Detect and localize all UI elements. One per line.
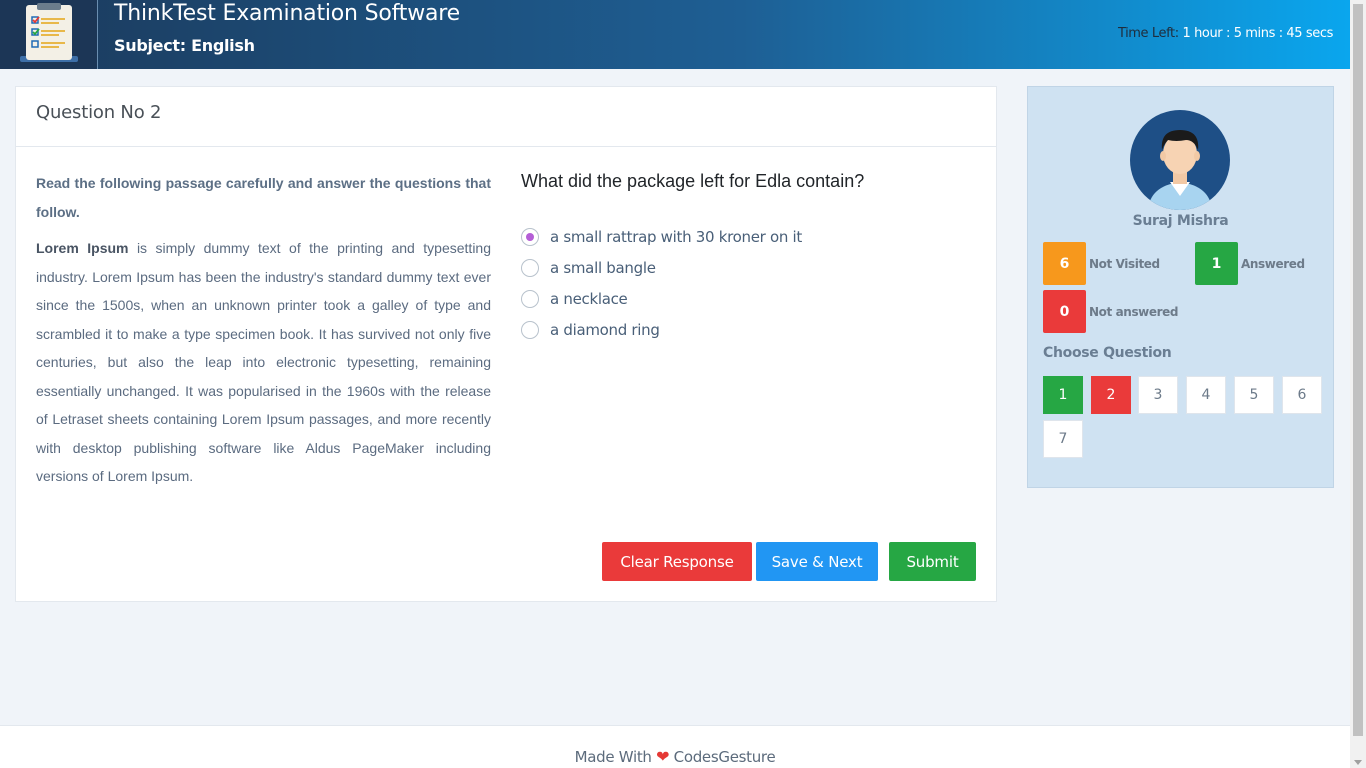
question-button-1[interactable]: 1: [1043, 376, 1083, 414]
time-left-label: Time Left:: [1117, 26, 1179, 41]
answered-label: Answered: [1241, 256, 1305, 271]
user-avatar-icon: [1148, 130, 1212, 210]
question-button-7[interactable]: 7: [1043, 420, 1083, 458]
app-header: ThinkTest Examination Software Subject: …: [0, 0, 1350, 69]
not-answered-stat: 0 Not answered: [1043, 290, 1178, 333]
option-label: a necklace: [550, 289, 628, 308]
option-1[interactable]: a small rattrap with 30 kroner on it: [521, 221, 802, 252]
question-number: Question No 2: [36, 102, 162, 123]
footer-brand[interactable]: CodesGesture: [674, 748, 776, 766]
time-left-value: 1 hour : 5 mins : 45 secs: [1182, 26, 1333, 41]
option-label: a small bangle: [550, 258, 656, 277]
option-2[interactable]: a small bangle: [521, 252, 802, 283]
not-visited-count: 6: [1043, 242, 1086, 285]
heart-icon: ❤: [656, 747, 670, 766]
passage: Read the following passage carefully and…: [36, 169, 491, 491]
radio-button[interactable]: [521, 227, 539, 246]
clear-response-button[interactable]: Clear Response: [602, 542, 752, 581]
submit-button[interactable]: Submit: [889, 542, 976, 581]
subject-label: Subject: English: [114, 36, 255, 55]
scroll-down-arrow-icon[interactable]: [1354, 760, 1362, 765]
question-card-header: Question No 2: [16, 87, 996, 147]
answered-stat: 1 Answered: [1195, 242, 1305, 285]
not-visited-stat: 6 Not Visited: [1043, 242, 1160, 285]
passage-body: Lorem Ipsum is simply dummy text of the …: [36, 234, 491, 491]
question-button-4[interactable]: 4: [1186, 376, 1226, 414]
question-card: Question No 2 Read the following passage…: [15, 86, 997, 602]
answered-count: 1: [1195, 242, 1238, 285]
option-3[interactable]: a necklace: [521, 283, 802, 314]
clipboard-checklist-icon: [20, 3, 78, 62]
passage-text: is simply dummy text of the printing and…: [36, 240, 492, 484]
app-logo: [0, 0, 98, 69]
not-answered-count: 0: [1043, 290, 1086, 333]
radio-button[interactable]: [521, 289, 539, 308]
question-button-5[interactable]: 5: [1234, 376, 1274, 414]
footer-made-with: Made With: [574, 748, 652, 766]
footer: Made With ❤ CodesGesture: [0, 725, 1350, 768]
question-button-6[interactable]: 6: [1282, 376, 1322, 414]
footer-credit: Made With ❤ CodesGesture: [0, 747, 1350, 766]
option-label: a diamond ring: [550, 320, 660, 339]
question-text: What did the package left for Edla conta…: [521, 171, 865, 191]
option-4[interactable]: a diamond ring: [521, 314, 802, 345]
question-button-3[interactable]: 3: [1138, 376, 1178, 414]
save-next-button[interactable]: Save & Next: [756, 542, 878, 581]
choose-question-label: Choose Question: [1043, 345, 1172, 361]
answer-options: a small rattrap with 30 kroner on it a s…: [521, 221, 802, 345]
not-answered-label: Not answered: [1089, 304, 1179, 319]
side-panel: Suraj Mishra 6 Not Visited 1 Answered 0 …: [1027, 86, 1334, 488]
app-title: ThinkTest Examination Software: [114, 1, 460, 26]
passage-heading: Read the following passage carefully and…: [36, 175, 491, 220]
user-name: Suraj Mishra: [1132, 213, 1229, 229]
radio-button[interactable]: [521, 320, 539, 339]
page-scrollbar[interactable]: [1350, 0, 1366, 768]
passage-bold: Lorem Ipsum: [36, 240, 129, 256]
not-visited-label: Not Visited: [1089, 256, 1160, 271]
question-button-2[interactable]: 2: [1091, 376, 1131, 414]
option-label: a small rattrap with 30 kroner on it: [550, 227, 802, 246]
time-left: Time Left: 1 hour : 5 mins : 45 secs: [1118, 26, 1333, 41]
scrollbar-thumb[interactable]: [1353, 4, 1363, 736]
avatar: [1130, 110, 1230, 210]
radio-button[interactable]: [521, 258, 539, 277]
